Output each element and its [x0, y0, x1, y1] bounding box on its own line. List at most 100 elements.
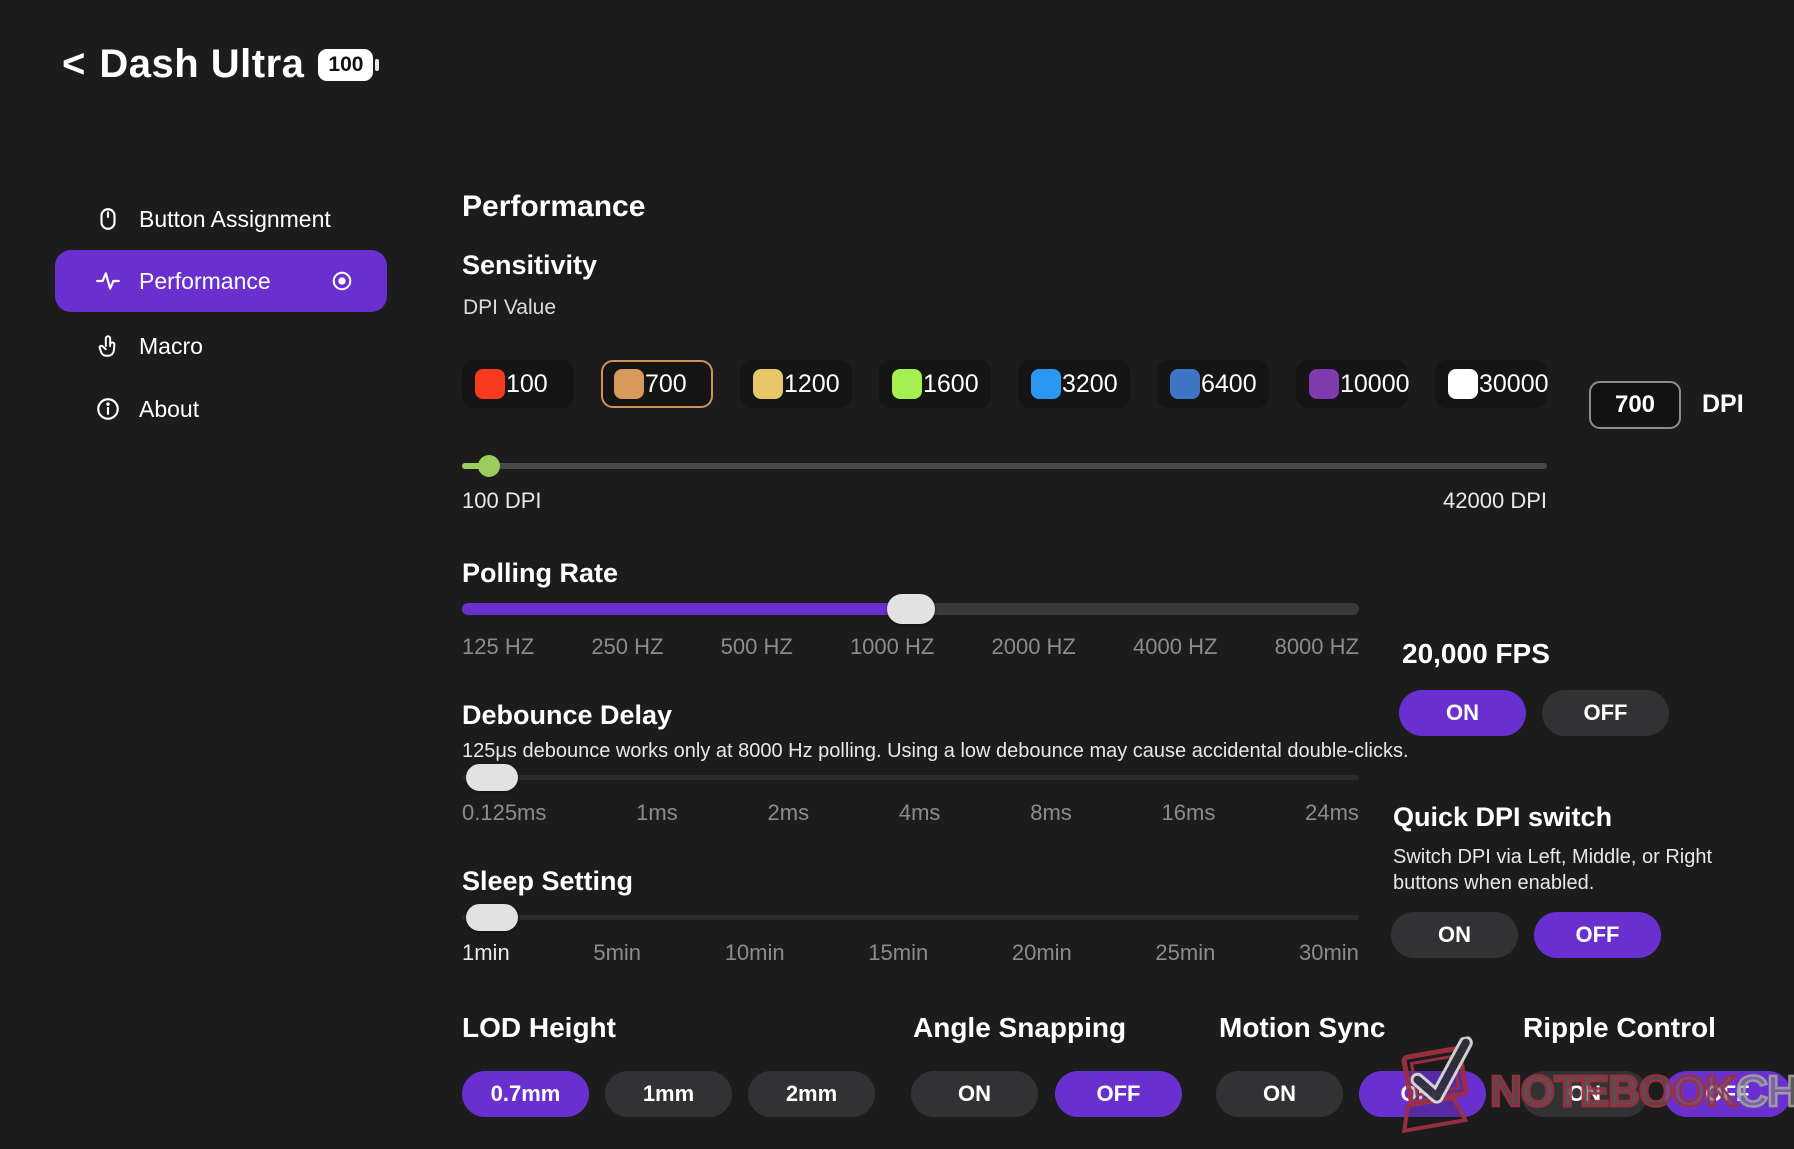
- polling-tick[interactable]: 125 HZ: [462, 634, 534, 660]
- dpi-preset-label: 10000: [1340, 370, 1410, 399]
- dpi-slider-track[interactable]: [462, 463, 1547, 469]
- back-button[interactable]: <: [62, 42, 85, 87]
- watermark-text-check: CHECK: [1736, 1067, 1794, 1117]
- debounce-slider-handle[interactable]: [466, 764, 518, 791]
- dpi-color-swatch: [475, 369, 505, 399]
- dpi-color-swatch: [1448, 369, 1478, 399]
- notebookcheck-laptop-icon: [1382, 1034, 1498, 1149]
- polling-tick[interactable]: 1000 HZ: [850, 634, 934, 660]
- dpi-color-swatch: [1309, 369, 1339, 399]
- dpi-preset-6400[interactable]: 6400: [1157, 360, 1269, 408]
- sidebar-item-button-assignment[interactable]: Button Assignment: [55, 188, 387, 250]
- dpi-color-swatch: [753, 369, 783, 399]
- angle-snapping-on-button[interactable]: ON: [911, 1071, 1038, 1117]
- dpi-value-label: DPI Value: [463, 296, 556, 320]
- polling-rate-heading: Polling Rate: [462, 558, 618, 589]
- quick-dpi-off-button[interactable]: OFF: [1534, 912, 1661, 958]
- sleep-tick[interactable]: 1min: [462, 940, 510, 966]
- sleep-tick[interactable]: 10min: [725, 940, 785, 966]
- quick-dpi-on-button[interactable]: ON: [1391, 912, 1518, 958]
- polling-tick[interactable]: 4000 HZ: [1133, 634, 1217, 660]
- dpi-color-swatch: [892, 369, 922, 399]
- sleep-tick[interactable]: 5min: [593, 940, 641, 966]
- dpi-preset-label: 1200: [784, 370, 840, 399]
- debounce-tick[interactable]: 16ms: [1162, 800, 1216, 826]
- dpi-preset-3200[interactable]: 3200: [1018, 360, 1130, 408]
- dpi-slider-handle[interactable]: [478, 455, 500, 477]
- info-icon: [95, 396, 121, 422]
- polling-slider-fill: [462, 603, 912, 615]
- polling-slider-handle[interactable]: [887, 594, 935, 624]
- dpi-preset-100[interactable]: 100: [462, 360, 574, 408]
- polling-ticks: 125 HZ 250 HZ 500 HZ 1000 HZ 2000 HZ 400…: [462, 634, 1359, 660]
- sleep-tick[interactable]: 25min: [1155, 940, 1215, 966]
- sleep-ticks: 1min 5min 10min 15min 20min 25min 30min: [462, 940, 1359, 966]
- page-title: Performance: [462, 190, 645, 224]
- sidebar-item-performance[interactable]: Performance: [55, 250, 387, 312]
- debounce-description: 125μs debounce works only at 8000 Hz pol…: [462, 740, 1409, 763]
- dpi-preset-10000[interactable]: 10000: [1296, 360, 1408, 408]
- dpi-preset-1600[interactable]: 1600: [879, 360, 991, 408]
- dpi-preset-1200[interactable]: 1200: [740, 360, 852, 408]
- angle-snapping-off-button[interactable]: OFF: [1055, 1071, 1182, 1117]
- polling-tick[interactable]: 500 HZ: [721, 634, 793, 660]
- debounce-tick[interactable]: 8ms: [1030, 800, 1072, 826]
- sidebar-item-label: About: [139, 396, 199, 423]
- debounce-tick[interactable]: 24ms: [1305, 800, 1359, 826]
- dpi-input[interactable]: 700: [1589, 381, 1681, 429]
- dpi-preset-30000[interactable]: 30000: [1435, 360, 1547, 408]
- polling-tick[interactable]: 2000 HZ: [991, 634, 1075, 660]
- angle-snapping-heading: Angle Snapping: [913, 1012, 1126, 1044]
- app-window: < Dash Ultra 100 Button Assignment Perfo…: [0, 0, 1794, 1149]
- dpi-color-swatch: [1031, 369, 1061, 399]
- dpi-preset-label: 700: [645, 370, 687, 399]
- polling-tick[interactable]: 250 HZ: [591, 634, 663, 660]
- device-title: Dash Ultra: [99, 42, 304, 87]
- sleep-tick[interactable]: 30min: [1299, 940, 1359, 966]
- motion-sync-on-button[interactable]: ON: [1216, 1071, 1343, 1117]
- battery-badge: 100: [318, 49, 373, 81]
- sleep-tick[interactable]: 15min: [868, 940, 928, 966]
- dpi-preset-label: 100: [506, 370, 548, 399]
- dpi-range-max: 42000 DPI: [1347, 488, 1547, 514]
- debounce-tick[interactable]: 2ms: [768, 800, 810, 826]
- quick-dpi-heading: Quick DPI switch: [1393, 802, 1612, 833]
- lod-option-2mm[interactable]: 2mm: [748, 1071, 875, 1117]
- debounce-tick[interactable]: 4ms: [899, 800, 941, 826]
- sleep-slider-track[interactable]: [462, 915, 1359, 920]
- debounce-ticks: 0.125ms 1ms 2ms 4ms 8ms 16ms 24ms: [462, 800, 1359, 826]
- mouse-icon: [95, 206, 121, 232]
- sidebar-item-about[interactable]: About: [55, 378, 387, 440]
- activity-icon: [95, 268, 121, 294]
- sidebar-item-macro[interactable]: Macro: [55, 315, 387, 377]
- dpi-preset-label: 30000: [1479, 370, 1549, 399]
- polling-tick[interactable]: 8000 HZ: [1275, 634, 1359, 660]
- lod-option-1mm[interactable]: 1mm: [605, 1071, 732, 1117]
- debounce-slider-track[interactable]: [462, 775, 1359, 780]
- dpi-preset-label: 1600: [923, 370, 979, 399]
- debounce-heading: Debounce Delay: [462, 700, 672, 731]
- sidebar-item-label: Macro: [139, 333, 203, 360]
- fps-heading: 20,000 FPS: [1402, 638, 1550, 670]
- sidebar-item-label: Button Assignment: [139, 206, 331, 233]
- dpi-color-swatch: [1170, 369, 1200, 399]
- sidebar-item-label: Performance: [139, 268, 271, 295]
- dpi-preset-700[interactable]: 700: [601, 360, 713, 408]
- dpi-unit-label: DPI: [1702, 390, 1744, 419]
- sleep-tick[interactable]: 20min: [1012, 940, 1072, 966]
- fps-on-button[interactable]: ON: [1399, 690, 1526, 736]
- dpi-color-swatch: [614, 369, 644, 399]
- quick-dpi-description: Switch DPI via Left, Middle, or Right bu…: [1393, 844, 1713, 897]
- dpi-range-min: 100 DPI: [462, 488, 542, 514]
- sensitivity-heading: Sensitivity: [462, 250, 597, 281]
- fps-off-button[interactable]: OFF: [1542, 690, 1669, 736]
- lod-option-0-7mm[interactable]: 0.7mm: [462, 1071, 589, 1117]
- debounce-tick[interactable]: 1ms: [636, 800, 678, 826]
- motion-sync-heading: Motion Sync: [1219, 1012, 1385, 1044]
- dpi-preset-row: 100 700 1200 1600 3200 6400 10000 30000: [462, 360, 1547, 408]
- hand-click-icon: [95, 333, 121, 359]
- radio-selected-icon: [331, 270, 353, 292]
- sleep-slider-handle[interactable]: [466, 904, 518, 931]
- debounce-tick[interactable]: 0.125ms: [462, 800, 546, 826]
- lod-height-heading: LOD Height: [462, 1012, 616, 1044]
